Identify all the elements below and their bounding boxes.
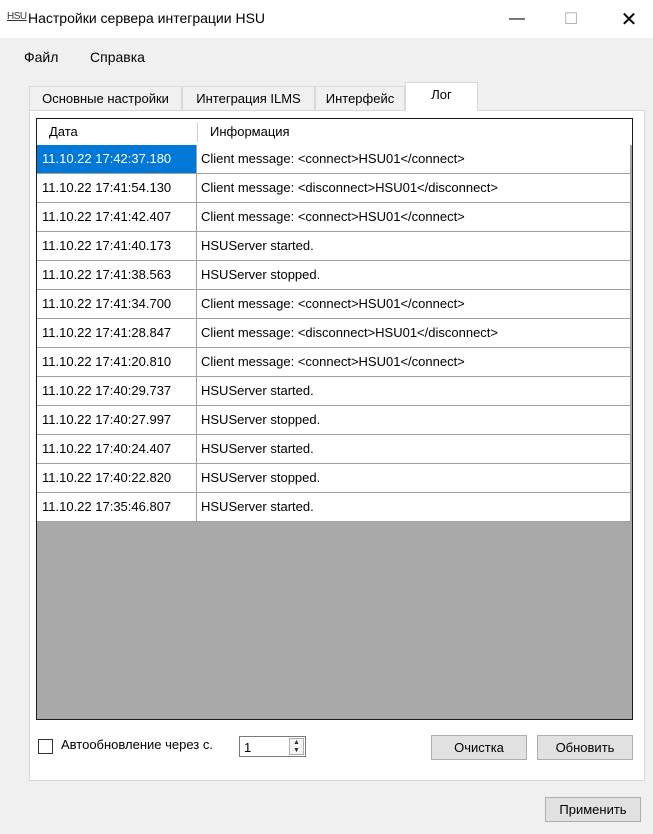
cell-date[interactable]: 11.10.22 17:41:40.173 <box>37 232 197 261</box>
table-row[interactable]: 11.10.22 17:40:27.997 HSUServer stopped. <box>37 406 631 435</box>
cell-info[interactable]: HSUServer started. <box>197 232 631 261</box>
menu-file[interactable]: Файл <box>22 47 60 67</box>
cell-info[interactable]: Client message: <connect>HSU01</connect> <box>197 145 631 174</box>
close-button[interactable]: ✕ <box>606 0 652 38</box>
cell-date[interactable]: 11.10.22 17:41:20.810 <box>37 348 197 377</box>
cell-info[interactable]: Client message: <disconnect>HSU01</disco… <box>197 319 631 348</box>
menu-bar: Файл Справка <box>0 38 653 76</box>
cell-date[interactable]: 11.10.22 17:40:27.997 <box>37 406 197 435</box>
tab-log[interactable]: Лог <box>405 82 478 111</box>
cell-date[interactable]: 11.10.22 17:41:34.700 <box>37 290 197 319</box>
cell-info[interactable]: HSUServer stopped. <box>197 261 631 290</box>
autorefresh-label[interactable]: Автообновление через с. <box>61 737 213 752</box>
table-row[interactable]: 11.10.22 17:41:34.700 Client message: <co… <box>37 290 631 319</box>
cell-date[interactable]: 11.10.22 17:41:42.407 <box>37 203 197 232</box>
cell-date[interactable]: 11.10.22 17:40:22.820 <box>37 464 197 493</box>
cell-info[interactable]: Client message: <connect>HSU01</connect> <box>197 290 631 319</box>
cell-date[interactable]: 11.10.22 17:41:54.130 <box>37 174 197 203</box>
table-row[interactable]: 11.10.22 17:42:37.180 Client message: <co… <box>37 145 631 174</box>
cell-date[interactable]: 11.10.22 17:41:28.847 <box>37 319 197 348</box>
tab-ilms-integration[interactable]: Интеграция ILMS <box>182 86 315 110</box>
cell-info[interactable]: Client message: <connect>HSU01</connect> <box>197 203 631 232</box>
clear-button[interactable]: Очистка <box>431 735 527 760</box>
table-row[interactable]: 11.10.22 17:40:24.407 HSUServer started. <box>37 435 631 464</box>
table-row[interactable]: 11.10.22 17:41:20.810 Client message: <co… <box>37 348 631 377</box>
minimize-button[interactable]: — <box>494 0 540 38</box>
stepper-down-icon[interactable]: ▼ <box>290 747 303 754</box>
cell-info[interactable]: HSUServer started. <box>197 435 631 464</box>
column-header-date[interactable]: Дата <box>37 119 197 145</box>
tab-interface[interactable]: Интерфейс <box>315 86 405 110</box>
cell-date[interactable]: 11.10.22 17:42:37.180 <box>37 145 197 174</box>
cell-info[interactable]: HSUServer started. <box>197 377 631 406</box>
interval-stepper[interactable]: ▲ ▼ <box>239 736 306 757</box>
log-table[interactable]: Дата Информация 11.10.22 17:42:37.180 Cli… <box>36 118 633 720</box>
table-row[interactable]: 11.10.22 17:41:38.563 HSUServer stopped. <box>37 261 631 290</box>
column-header-info[interactable]: Информация <box>198 119 628 145</box>
title-bar: HSU Настройки сервера интеграции HSU — ☐… <box>0 0 653 38</box>
refresh-button[interactable]: Обновить <box>537 735 633 760</box>
autorefresh-checkbox[interactable] <box>38 739 53 754</box>
table-row[interactable]: 11.10.22 17:41:54.130 Client message: <di… <box>37 174 631 203</box>
app-icon: HSU <box>7 11 27 22</box>
table-header: Дата Информация <box>37 119 632 145</box>
table-row[interactable]: 11.10.22 17:40:29.737 HSUServer started. <box>37 377 631 406</box>
tab-main-settings[interactable]: Основные настройки <box>29 86 182 110</box>
cell-date[interactable]: 11.10.22 17:40:24.407 <box>37 435 197 464</box>
cell-date[interactable]: 11.10.22 17:35:46.807 <box>37 493 197 522</box>
cell-info[interactable]: Client message: <connect>HSU01</connect> <box>197 348 631 377</box>
table-row[interactable]: 11.10.22 17:35:46.807 HSUServer started. <box>37 493 631 522</box>
cell-info[interactable]: HSUServer stopped. <box>197 464 631 493</box>
cell-date[interactable]: 11.10.22 17:41:38.563 <box>37 261 197 290</box>
table-row[interactable]: 11.10.22 17:40:22.820 HSUServer stopped. <box>37 464 631 493</box>
table-row[interactable]: 11.10.22 17:41:40.173 HSUServer started. <box>37 232 631 261</box>
cell-info[interactable]: Client message: <disconnect>HSU01</disco… <box>197 174 631 203</box>
cell-info[interactable]: HSUServer started. <box>197 493 631 522</box>
table-row[interactable]: 11.10.22 17:41:28.847 Client message: <di… <box>37 319 631 348</box>
window-title: Настройки сервера интеграции HSU <box>28 10 266 26</box>
interval-input[interactable] <box>240 737 286 756</box>
menu-help[interactable]: Справка <box>88 47 147 67</box>
stepper-buttons: ▲ ▼ <box>289 738 304 755</box>
maximize-button[interactable]: ☐ <box>548 0 594 38</box>
table-row[interactable]: 11.10.22 17:41:42.407 Client message: <co… <box>37 203 631 232</box>
stepper-up-icon[interactable]: ▲ <box>290 739 303 746</box>
apply-button[interactable]: Применить <box>545 797 641 822</box>
cell-info[interactable]: HSUServer stopped. <box>197 406 631 435</box>
cell-date[interactable]: 11.10.22 17:40:29.737 <box>37 377 197 406</box>
